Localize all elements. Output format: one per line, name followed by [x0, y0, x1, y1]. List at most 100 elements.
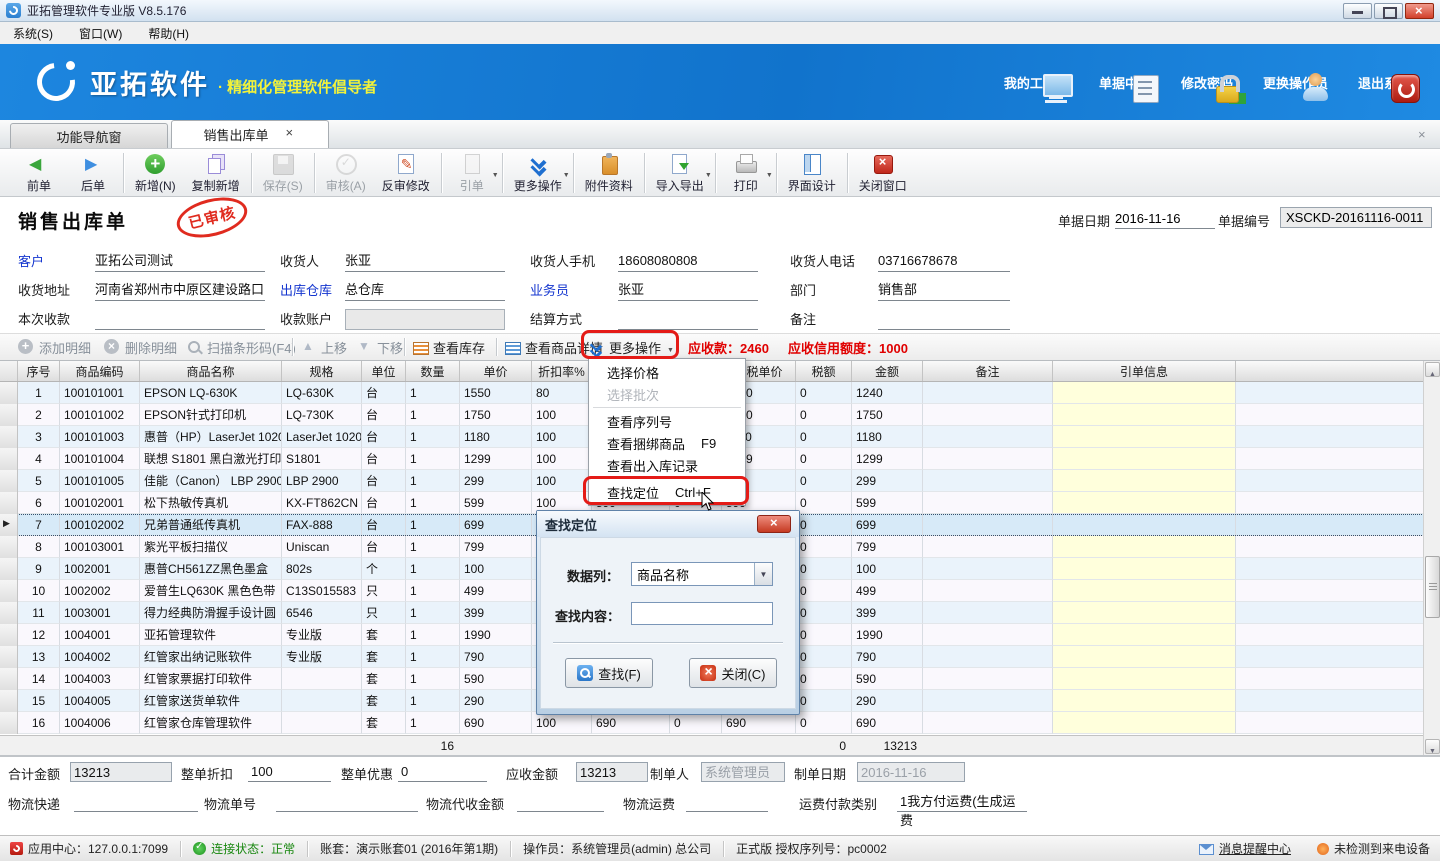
footer-field[interactable] — [74, 792, 198, 812]
search-input[interactable] — [631, 602, 773, 625]
scrollbar-thumb[interactable] — [1425, 556, 1440, 618]
doc-date-field[interactable]: 2016-11-16 — [1115, 209, 1215, 229]
table-cell: 0 — [796, 558, 852, 580]
search-content-label: 查找内容： — [555, 606, 620, 625]
menubar-item[interactable]: 窗口(W) — [66, 22, 135, 44]
statusbar-item[interactable]: 消息提醒中心 — [1199, 840, 1291, 857]
table-cell: 得力经典防滑握手设计圆 — [140, 602, 282, 624]
menu-item[interactable]: 查看捆绑商品F9 — [589, 432, 745, 454]
dialog-close-icon[interactable] — [757, 515, 791, 533]
banner-action-exit[interactable]: 退出系统 — [1358, 73, 1410, 92]
chevron-down-icon[interactable] — [754, 563, 772, 585]
scroll-up-icon[interactable] — [1425, 362, 1440, 377]
form-field[interactable] — [878, 309, 1010, 330]
column-header-12[interactable]: 金额 — [852, 361, 923, 381]
banner-action-doccenter[interactable]: 单据中心 — [1099, 73, 1151, 92]
form-field[interactable]: 03716678678 — [878, 251, 1010, 272]
menu-item[interactable]: 查找定位Ctrl+F — [589, 481, 745, 503]
menubar-item[interactable]: 系统(S) — [0, 22, 66, 44]
form-field[interactable]: 总仓库 — [345, 280, 505, 301]
form-field[interactable]: 张亚 — [345, 251, 505, 272]
column-header-3[interactable]: 规格 — [282, 361, 362, 381]
restore-button[interactable] — [1374, 3, 1403, 19]
table-row[interactable]: 161004006红管家仓库管理软件套169010069006900690 — [0, 712, 1440, 734]
toolbar-button[interactable]: 更多操作 — [506, 150, 570, 195]
scroll-down-icon[interactable] — [1425, 739, 1440, 754]
form-field[interactable]: 张亚 — [618, 280, 758, 301]
dropdown-arrow-icon[interactable] — [705, 166, 712, 180]
column-header-14[interactable]: 引单信息 — [1053, 361, 1236, 381]
table-cell: 套 — [362, 690, 406, 712]
toolbar-button[interactable]: 打印 — [719, 150, 773, 195]
column-header-4[interactable]: 单位 — [362, 361, 406, 381]
table-cell: 1 — [406, 514, 460, 536]
find-button[interactable]: 查找(F) — [565, 658, 653, 688]
footer-field[interactable] — [517, 792, 604, 812]
close-button[interactable] — [1405, 3, 1434, 19]
form-field[interactable]: 18608080808 — [618, 251, 758, 272]
toolbar-button[interactable]: 反审修改 — [374, 150, 438, 195]
column-header-13[interactable]: 备注 — [923, 361, 1053, 381]
table-cell: 100101004 — [60, 448, 140, 470]
dropdown-arrow-icon[interactable] — [492, 166, 499, 180]
toolbar-button[interactable]: 前单 — [12, 150, 66, 195]
detailbar-button[interactable]: 更多操作 — [588, 337, 674, 358]
toolbar-button[interactable]: 新增(N) — [127, 150, 184, 195]
toolbar-button[interactable]: 导入导出 — [648, 150, 712, 195]
menu-item[interactable]: 查看出入库记录 — [589, 454, 745, 476]
minimize-button[interactable] — [1343, 3, 1372, 19]
dialog-titlebar[interactable]: 查找定位 — [537, 511, 799, 537]
dropdown-arrow-icon[interactable] — [766, 166, 773, 180]
column-header-5[interactable]: 数量 — [406, 361, 460, 381]
toolbar-button[interactable]: 界面设计 — [780, 150, 844, 195]
table-cell — [923, 558, 1053, 580]
toolbar-button[interactable]: 附件资料 — [577, 150, 641, 195]
toolbar-button[interactable]: 复制新增 — [184, 150, 248, 195]
column-header-7[interactable]: 折扣率% — [532, 361, 592, 381]
banner-action-operator[interactable]: 更换操作员 — [1263, 73, 1328, 92]
column-header-6[interactable]: 单价 — [460, 361, 532, 381]
application-window: 亚拓管理软件专业版 V8.5.176 系统(S)窗口(W)帮助(H) 亚拓软件 … — [0, 0, 1440, 861]
footer-field[interactable]: 2016-11-16 — [857, 762, 965, 782]
row-indicator — [0, 712, 18, 734]
column-header-2[interactable]: 商品名称 — [140, 361, 282, 381]
column-header-1[interactable]: 商品编码 — [60, 361, 140, 381]
banner-action-workbench[interactable]: 我的工作台 — [1004, 73, 1069, 92]
table-cell: 1002002 — [60, 580, 140, 602]
footer-field[interactable]: 13213 — [576, 762, 648, 782]
tab-1[interactable]: 销售出库单 — [171, 120, 329, 148]
footer-field[interactable]: 系统管理员 — [701, 762, 785, 782]
table-cell: 0 — [796, 470, 852, 492]
form-field[interactable] — [345, 309, 505, 330]
tabbar-close-icon[interactable] — [1418, 126, 1432, 140]
menubar-item[interactable]: 帮助(H) — [135, 22, 202, 44]
footer-field[interactable] — [686, 792, 768, 812]
footer-field[interactable]: 100 — [248, 762, 331, 782]
column-header-11[interactable]: 税额 — [796, 361, 852, 381]
toolbar-button-label: 更多操作 — [514, 177, 562, 194]
form-field[interactable]: 河南省郑州市中原区建设路口 — [95, 280, 265, 301]
dropdown-arrow-icon[interactable] — [563, 166, 570, 180]
form-field[interactable]: 亚拓公司测试 — [95, 251, 265, 272]
menu-item[interactable]: 查看序列号 — [589, 410, 745, 432]
form-field[interactable] — [618, 309, 758, 330]
tab-0[interactable]: 功能导航窗 — [10, 123, 168, 148]
toolbar-button[interactable]: 后单 — [66, 150, 120, 195]
table-cell — [923, 712, 1053, 734]
column-header-0[interactable]: 序号 — [18, 361, 60, 381]
data-column-select[interactable]: 商品名称 — [631, 562, 773, 586]
detailbar-button[interactable]: 查看库存 — [412, 337, 485, 358]
footer-field[interactable]: 1我方付运费(生成运费 — [897, 792, 1027, 812]
toolbar-button[interactable]: 关闭窗口 — [851, 150, 915, 195]
menu-item[interactable]: 选择价格 — [589, 361, 745, 383]
footer-field[interactable]: 13213 — [70, 762, 172, 782]
footer-field[interactable] — [276, 792, 418, 812]
vertical-scrollbar[interactable] — [1423, 361, 1440, 755]
banner-action-password[interactable]: 修改密码 — [1181, 73, 1233, 92]
form-field[interactable]: 销售部 — [878, 280, 1010, 301]
close-dialog-button[interactable]: 关闭(C) — [689, 658, 777, 688]
tab-close-icon[interactable] — [285, 129, 297, 141]
table-cell: 14 — [18, 668, 60, 690]
footer-field[interactable]: 0 — [398, 762, 487, 782]
form-field[interactable] — [95, 309, 265, 330]
